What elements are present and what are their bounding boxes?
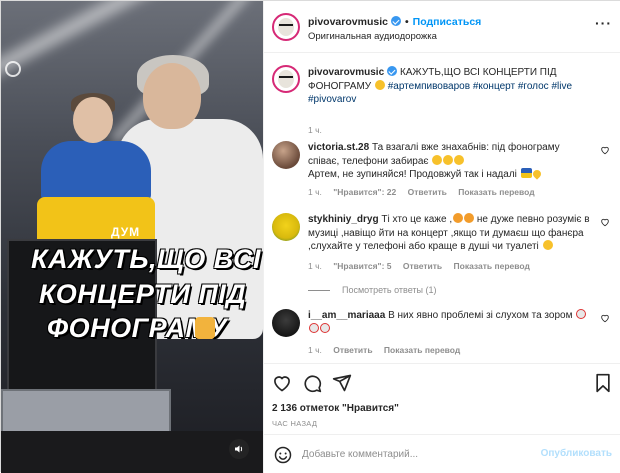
emoji-icon	[464, 213, 475, 223]
reply-button[interactable]: Ответить	[403, 261, 442, 271]
comment-item: victoria.st.28 Та взагалі вже знахабнів:…	[272, 141, 612, 201]
comment-input[interactable]	[302, 444, 542, 464]
caption-time: 1 ч.	[308, 125, 322, 135]
post-video[interactable]: ДУМ КАЖУТЬ,ЩО ВСІ КОНЦЕРТИ ПІД ФОНОГРАМУ	[1, 1, 263, 473]
avatar[interactable]	[272, 309, 300, 337]
caption-username[interactable]: pivovarovmusic	[308, 67, 384, 78]
emoji-icon	[454, 154, 465, 165]
speaker-icon	[235, 445, 243, 453]
verified-badge-icon	[390, 16, 401, 26]
post-time-ago: ЧАС НАЗАД	[272, 419, 318, 428]
comment-time: 1 ч.	[308, 345, 322, 355]
comment-likes[interactable]: "Нравится": 5	[333, 261, 391, 271]
follow-button[interactable]: Подписаться	[413, 16, 482, 28]
emoji-icon	[320, 322, 330, 333]
comment-text: В них явно проблемі зі слухом та зором	[388, 310, 573, 321]
emoji-icon	[542, 240, 553, 250]
author-username[interactable]: pivovarovmusic	[308, 16, 388, 28]
reply-button[interactable]: Ответить	[408, 187, 447, 197]
bookmark-icon[interactable]	[594, 373, 612, 393]
post-actions-bar	[264, 363, 620, 399]
like-comment-heart-icon[interactable]	[600, 217, 610, 227]
comment-username[interactable]: i__am__mariaaa	[308, 310, 385, 321]
heart-emoji-icon	[531, 168, 543, 180]
separator-dot: •	[404, 16, 409, 28]
emoji-icon	[576, 309, 587, 319]
likes-count[interactable]: 2 136 отметок "Нравится"	[272, 403, 399, 414]
singer-figure	[143, 63, 201, 129]
flag-emoji-icon	[520, 168, 532, 178]
comment-text: Артем, не зупиняйся! Продовжуй так і над…	[308, 169, 517, 180]
comment-icon[interactable]	[302, 373, 322, 393]
verified-badge-icon	[387, 66, 398, 76]
comment-likes[interactable]: "Нравится": 22	[333, 187, 396, 197]
boy-figure	[73, 97, 113, 143]
comment-username[interactable]: victoria.st.28	[308, 142, 369, 153]
comments-list: pivovarovmusic КАЖУТЬ,ЩО ВСІ КОНЦЕРТИ ПІ…	[264, 53, 620, 363]
comment-time: 1 ч.	[308, 261, 322, 271]
post-caption: pivovarovmusic КАЖУТЬ,ЩО ВСІ КОНЦЕРТИ ПІ…	[272, 65, 612, 135]
comment-item: i__am__mariaaa В них явно проблемі зі сл…	[272, 309, 612, 359]
like-comment-heart-icon[interactable]	[600, 313, 610, 323]
reply-button[interactable]: Ответить	[333, 345, 372, 355]
heart-icon[interactable]	[272, 373, 292, 393]
show-translation-button[interactable]: Показать перевод	[384, 345, 460, 355]
more-horizontal-icon[interactable]: ···	[595, 15, 612, 31]
avatar[interactable]	[272, 65, 300, 93]
video-caption-line: КАЖУТЬ,ЩО ВСІ	[31, 244, 262, 274]
emoji-icon	[195, 317, 215, 339]
emoji-picker-icon[interactable]	[274, 446, 292, 464]
brand-logo-text: ДУМ	[111, 225, 141, 239]
emoji-icon	[443, 154, 454, 165]
comment-item: stykhiniy_dryg Ті хто це каже , не дуже …	[272, 213, 612, 293]
ukrainian-flag	[41, 141, 151, 201]
video-caption-line: КОНЦЕРТИ ПІД	[39, 279, 247, 309]
publish-button[interactable]: Опубликовать	[541, 448, 612, 459]
original-audio-link[interactable]: Оригинальная аудиодорожка	[308, 31, 437, 42]
add-comment-bar: Опубликовать	[264, 434, 620, 473]
avatar[interactable]	[272, 141, 300, 169]
comment-text: Ті хто це каже ,	[381, 214, 453, 225]
show-translation-button[interactable]: Показать перевод	[454, 261, 530, 271]
stage-lamp	[5, 61, 21, 77]
comment-time: 1 ч.	[308, 187, 322, 197]
post-dialog: ДУМ КАЖУТЬ,ЩО ВСІ КОНЦЕРТИ ПІД ФОНОГРАМУ…	[0, 0, 620, 473]
emoji-icon	[453, 213, 464, 223]
stage-floor	[1, 431, 263, 473]
show-translation-button[interactable]: Показать перевод	[458, 187, 534, 197]
mute-toggle-button[interactable]	[229, 439, 249, 459]
emoji-icon	[374, 79, 385, 90]
post-details-panel: pivovarovmusic • Подписаться Оригинальная …	[263, 1, 620, 473]
emoji-icon	[432, 154, 443, 165]
avatar[interactable]	[272, 13, 300, 41]
comment-username[interactable]: stykhiniy_dryg	[308, 214, 379, 225]
post-header: pivovarovmusic • Подписаться Оригинальная …	[264, 1, 620, 53]
avatar[interactable]	[272, 213, 300, 241]
like-comment-heart-icon[interactable]	[600, 145, 610, 155]
view-replies-button[interactable]: Посмотреть ответы (1)	[308, 285, 437, 295]
share-icon[interactable]	[332, 373, 352, 393]
emoji-icon	[309, 322, 319, 333]
